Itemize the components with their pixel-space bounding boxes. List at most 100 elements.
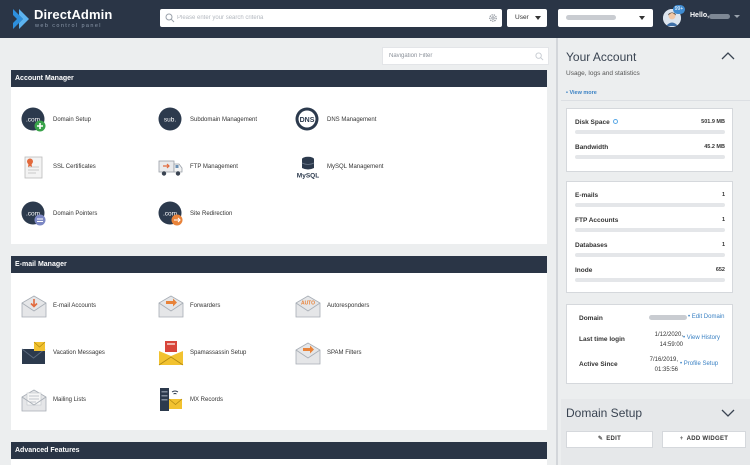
emails-label: E-mails <box>575 192 599 199</box>
blurred-domain-value <box>566 15 616 20</box>
spamassassin-icon <box>158 341 184 366</box>
mailing-lists-link[interactable]: Mailing Lists <box>21 387 151 417</box>
directadmin-logo[interactable]: DirectAdmin web control panel <box>11 7 113 33</box>
profile-setup-link[interactable]: • Profile Setup <box>680 361 718 367</box>
info-icon[interactable] <box>612 119 618 124</box>
user-level-value: User <box>515 14 529 21</box>
subdomain-management-label: Subdomain Management <box>190 117 258 123</box>
autoresponders-link[interactable]: AUTO Autoresponders <box>295 293 425 323</box>
blurred-username <box>709 14 730 19</box>
navigation-filter-input[interactable] <box>389 50 529 62</box>
site-redirection-label: Site Redirection <box>190 211 233 217</box>
ftp-accounts-value: 1 <box>721 217 725 223</box>
ssl-certificates-link[interactable]: SSL Certificates <box>21 154 151 184</box>
spam-filters-icon <box>295 342 321 365</box>
autoresponders-label: Autoresponders <box>327 303 370 309</box>
search-icon <box>165 13 175 23</box>
site-redirection-link[interactable]: .com Site Redirection <box>158 201 288 231</box>
view-more-link[interactable]: • View more <box>566 90 597 96</box>
databases-bar <box>575 253 725 257</box>
domain-select[interactable] <box>558 9 653 27</box>
chevron-down-icon[interactable] <box>721 408 735 418</box>
edit-domain-link[interactable]: • Edit Domain <box>688 314 724 320</box>
vacation-messages-link[interactable]: Vacation Messages <box>21 340 151 370</box>
ftp-management-link[interactable]: FTP Management <box>158 154 288 184</box>
mysql-management-link[interactable]: MySQL MySQL Management <box>295 154 425 184</box>
mailing-lists-icon <box>21 389 47 412</box>
mx-records-icon <box>160 388 183 411</box>
inode-value: 652 <box>715 267 725 273</box>
bandwidth-bar <box>575 155 725 159</box>
your-account-subtitle: Usage, logs and statistics <box>566 70 640 77</box>
add-widget-button-label: ADD WIDGET <box>686 436 729 442</box>
ftp-management-label: FTP Management <box>190 164 238 170</box>
subdomain-icon: sub. <box>158 107 182 131</box>
vacation-messages-label: Vacation Messages <box>53 350 105 356</box>
brand-tagline: web control panel <box>35 23 102 29</box>
ftp-accounts-label: FTP Accounts <box>575 217 619 224</box>
mailing-lists-label: Mailing Lists <box>53 397 87 403</box>
dns-management-label: DNS Management <box>327 117 377 123</box>
advanced-features-header[interactable]: Advanced Features <box>11 442 547 459</box>
view-history-link[interactable]: • View History <box>683 335 720 341</box>
last-login-time: 14:59:00 <box>659 342 683 348</box>
subdomain-management-link[interactable]: sub. Subdomain Management <box>158 107 288 137</box>
last-login-label: Last time login <box>579 336 625 343</box>
databases-label: Databases <box>575 242 608 249</box>
bandwidth-value: 45.2 MB <box>704 144 725 150</box>
gear-icon[interactable] <box>488 13 498 23</box>
forwarders-label: Forwarders <box>190 303 221 309</box>
mx-records-label: MX Records <box>190 397 224 403</box>
user-level-select[interactable]: User <box>507 9 547 27</box>
disk-space-value: 501.9 MB <box>701 119 725 125</box>
email-accounts-link[interactable]: E-mail Accounts <box>21 293 151 323</box>
inode-stat: Inode 652 <box>575 267 725 287</box>
divider <box>561 100 750 101</box>
top-bar: DirectAdmin web control panel User 99+ H… <box>0 0 750 38</box>
edit-button[interactable]: ✎ EDIT <box>566 431 653 448</box>
inode-bar <box>575 278 725 282</box>
active-since-date: 7/16/2019, <box>649 357 678 363</box>
spam-filters-link[interactable]: SPAM Filters <box>295 340 425 370</box>
disk-space-bar <box>575 130 725 134</box>
svg-text:sub.: sub. <box>164 117 176 124</box>
domain-pointer-icon: .com <box>21 201 46 226</box>
pencil-icon: ✎ <box>597 436 604 442</box>
svg-text:MySQL: MySQL <box>297 173 319 180</box>
search-icon <box>535 52 544 61</box>
chevron-up-icon[interactable] <box>721 51 735 61</box>
autoresponders-icon: AUTO <box>295 295 321 318</box>
domain-setup-icon: .com <box>21 107 46 132</box>
domain-pointers-label: Domain Pointers <box>53 211 98 217</box>
blurred-domain-value <box>649 315 687 320</box>
ssl-certificate-icon <box>24 156 43 179</box>
mx-records-link[interactable]: MX Records <box>158 387 288 417</box>
dns-management-link[interactable]: DNS DNS Management <box>295 107 425 137</box>
spamassassin-setup-link[interactable]: Spamassassin Setup <box>158 340 288 370</box>
navigation-filter <box>382 47 549 65</box>
inode-label: Inode <box>575 267 593 274</box>
active-since-time: 01:35:56 <box>654 367 678 373</box>
add-widget-button[interactable]: + ADD WIDGET <box>662 431 746 448</box>
domain-pointers-link[interactable]: .com Domain Pointers <box>21 201 151 231</box>
spam-filters-label: SPAM Filters <box>327 350 362 356</box>
brand-name: DirectAdmin <box>34 7 113 22</box>
forwarders-icon <box>158 295 184 318</box>
greeting[interactable]: Hello, <box>690 12 709 19</box>
emails-bar <box>575 203 725 207</box>
dns-icon: DNS <box>295 107 319 131</box>
ftp-accounts-bar <box>575 228 725 232</box>
forwarders-link[interactable]: Forwarders <box>158 293 288 323</box>
global-search <box>160 9 502 27</box>
notification-badge[interactable]: 99+ <box>673 5 685 14</box>
domain-setup-link[interactable]: .com Domain Setup <box>21 107 151 137</box>
svg-text:DNS: DNS <box>300 117 315 124</box>
search-input[interactable] <box>177 11 477 25</box>
email-manager-header[interactable]: E-mail Manager <box>11 256 547 273</box>
email-accounts-label: E-mail Accounts <box>53 303 97 309</box>
chevron-down-icon[interactable] <box>734 15 740 18</box>
emails-stat: E-mails 1 <box>575 192 725 212</box>
ssl-certificates-label: SSL Certificates <box>53 164 96 170</box>
account-manager-header[interactable]: Account Manager <box>11 70 547 87</box>
usage-card: Disk Space 501.9 MB Bandwidth 45.2 MB <box>566 108 733 172</box>
